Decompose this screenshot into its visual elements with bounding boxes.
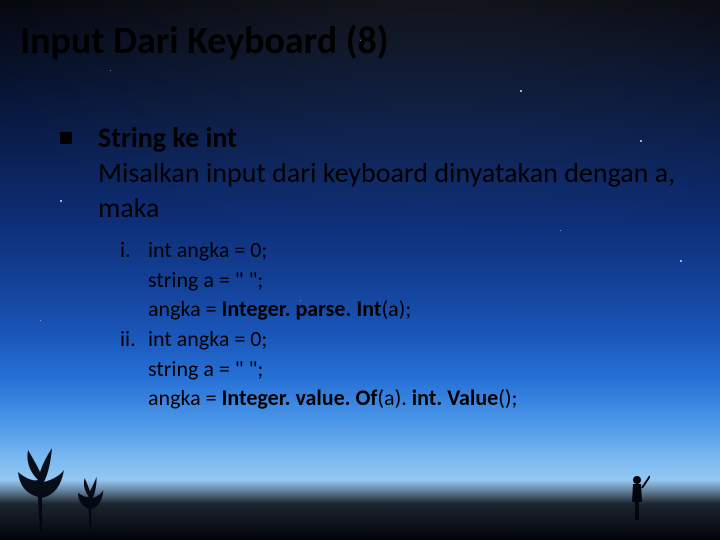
sub-item: ii. int angka = 0; string a = " "; angka… (120, 324, 690, 413)
slide-title: Input Dari Keyboard (8) (20, 18, 389, 64)
code-line: angka = Integer. value. Of(a). int. Valu… (148, 383, 517, 413)
sub-num: i. (120, 235, 148, 324)
lead-heading: String ke int (98, 120, 237, 155)
code-line: int angka = 0; (148, 235, 411, 265)
code-text: (a); (381, 295, 411, 322)
lead-text: String ke int Misalkan input dari keyboa… (98, 120, 690, 225)
code-line: string a = " "; (148, 265, 411, 295)
code-text: angka = (148, 384, 222, 411)
code-bold: int. Value (412, 384, 498, 411)
star-icon (110, 70, 111, 71)
lead-line: Misalkan input dari keyboard dinyatakan … (98, 155, 675, 225)
bullet-item: String ke int Misalkan input dari keyboa… (60, 120, 690, 225)
sub-item: i. int angka = 0; string a = " "; angka … (120, 235, 690, 324)
slide: Input Dari Keyboard (8) String ke int Mi… (0, 0, 720, 540)
sub-num: ii. (120, 324, 148, 413)
code-bold: Integer. parse. Int (222, 295, 382, 322)
tree-silhouette-icon (10, 442, 70, 532)
code-text: (a). (377, 384, 411, 411)
sub-lines: int angka = 0; string a = " "; angka = I… (148, 324, 517, 413)
person-silhouette-icon (624, 474, 650, 520)
code-bold: Integer. value. Of (222, 384, 378, 411)
code-text: (); (498, 384, 517, 411)
tree-silhouette-icon (70, 468, 110, 532)
star-icon (520, 90, 522, 92)
code-text: angka = (148, 295, 222, 322)
code-line: string a = " "; (148, 354, 517, 384)
bullet-icon (60, 132, 72, 144)
sub-lines: int angka = 0; string a = " "; angka = I… (148, 235, 411, 324)
slide-content: String ke int Misalkan input dari keyboa… (60, 120, 690, 413)
code-line: angka = Integer. parse. Int(a); (148, 294, 411, 324)
code-line: int angka = 0; (148, 324, 517, 354)
star-icon (40, 320, 41, 321)
sub-list: i. int angka = 0; string a = " "; angka … (120, 235, 690, 413)
